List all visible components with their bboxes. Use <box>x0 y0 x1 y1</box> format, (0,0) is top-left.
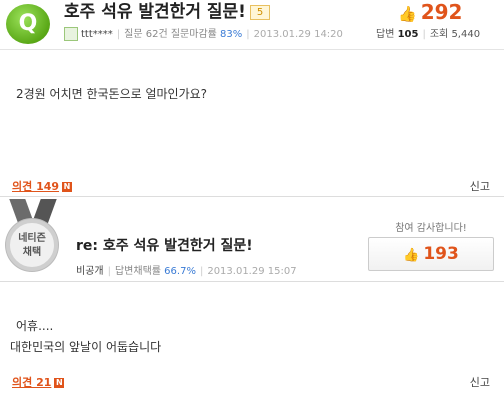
level-badge: 5 <box>250 5 270 20</box>
medal-label-line1: 네티즌 <box>18 233 46 244</box>
question-header: Q 호주 석유 발견한거 질문! 5 👍 292 ttt**** | 질문 62건 질… <box>0 0 504 50</box>
medal-icon: 네티즌 채택 <box>6 219 58 271</box>
question-author[interactable]: ttt**** <box>81 29 113 40</box>
question-report-button[interactable]: 신고 <box>470 178 490 194</box>
answers-label: 답변 <box>376 29 395 40</box>
answer-body: 어휴.... 대한민국의 앞날이 어둡습니다 <box>10 316 161 358</box>
new-icon: N <box>62 182 73 192</box>
answers-count: 105 <box>397 29 419 40</box>
opinion-label: 의견 21 <box>12 376 52 389</box>
views-label: 조회 <box>429 29 449 40</box>
question-body: 2경원 어치면 한국돈으로 얼마인가요? <box>16 87 208 101</box>
question-title: 호주 석유 발견한거 질문! <box>64 2 246 22</box>
answer-opinion-bar: 의견 21 N 신고 <box>0 372 504 392</box>
answer-like-count: 193 <box>423 244 459 264</box>
question-stats: 답변 105 | 조회 5,440 <box>376 27 480 43</box>
answer-opinion-link[interactable]: 의견 21 N <box>12 374 65 390</box>
question-opinion-link[interactable]: 의견 149 N <box>12 178 73 194</box>
answer-body-line: 대한민국의 앞날이 어둡습니다 <box>10 340 162 354</box>
answer-header: 네티즌 채택 re: 호주 석유 발견한거 질문! 비공개 | 답변채택률 66.7… <box>0 196 504 282</box>
medal-label-line2: 채택 <box>22 247 42 258</box>
answer-author: 비공개 <box>76 266 104 277</box>
adopt-rate: 66.7% <box>164 266 196 277</box>
divider: | <box>107 266 111 277</box>
deadline-rate: 83% <box>220 29 243 40</box>
answer-like-button[interactable]: 👍 193 <box>368 237 494 271</box>
question-meta: ttt**** | 질문 62건 질문마감률 83% | 2013.01.29 14:2… <box>64 27 343 43</box>
adopt-rate-label: 답변채택률 <box>114 266 161 277</box>
views-count: 5,440 <box>451 29 481 40</box>
question-like-button[interactable]: 👍 292 <box>398 0 462 26</box>
opinion-label: 의견 149 <box>12 180 60 193</box>
thumbs-up-icon: 👍 <box>403 248 420 263</box>
divider: | <box>246 29 250 40</box>
user-avatar-icon <box>64 27 78 41</box>
thanks-label: 참여 감사합니다! <box>395 223 467 234</box>
answer-meta: 비공개 | 답변채택률 66.7% | 2013.01.29 15:07 <box>76 262 297 277</box>
question-like-count: 292 <box>420 0 463 24</box>
thumbs-up-icon: 👍 <box>398 5 417 23</box>
deadline-rate-label: 질문마감률 <box>170 29 217 40</box>
answer-datetime: 2013.01.29 15:07 <box>207 266 297 277</box>
question-datetime: 2013.01.29 14:20 <box>253 29 343 40</box>
divider: | <box>116 29 121 40</box>
question-count: 질문 62건 <box>124 29 168 40</box>
answer-title: re: 호주 석유 발견한거 질문! <box>76 238 253 254</box>
divider: | <box>199 266 204 277</box>
answer-body-line: 어휴.... <box>16 319 54 333</box>
question-opinion-bar: 의견 149 N 신고 <box>0 176 504 196</box>
answer-report-button[interactable]: 신고 <box>470 374 490 390</box>
question-badge-icon: Q <box>6 4 50 44</box>
divider: | <box>422 29 426 40</box>
new-icon: N <box>54 378 65 388</box>
